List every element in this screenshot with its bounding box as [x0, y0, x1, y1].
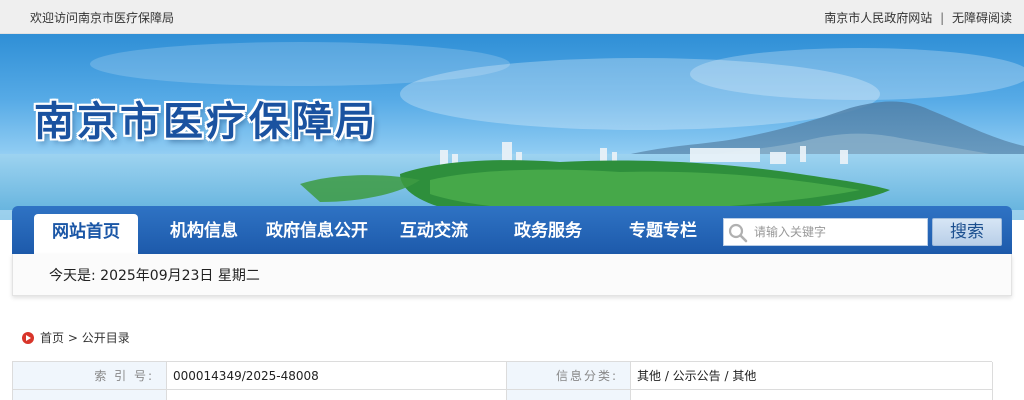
header-banner: 南京市医疗保障局 — [0, 34, 1024, 220]
site-title: 南京市医疗保障局 — [34, 98, 378, 145]
home-arrow-icon — [22, 332, 34, 344]
breadcrumb-current[interactable]: 公开目录 — [82, 331, 130, 345]
nanjing-gov-link[interactable]: 南京市人民政府网站 — [824, 11, 932, 25]
search-button[interactable]: 搜索 — [932, 218, 1002, 246]
top-links: 南京市人民政府网站 | 无障碍阅读 — [824, 9, 1012, 26]
index-number-value: 000014349/2025-48008 — [167, 362, 507, 390]
current-date: 今天是: 2025年09月23日 星期二 — [49, 268, 260, 284]
nav-item-special-topics[interactable]: 专题专栏 — [629, 206, 697, 254]
nav-item-gov-info-disclosure[interactable]: 政府信息公开 — [266, 206, 368, 254]
index-number-label: 索 引 号: — [13, 362, 167, 390]
date-bar: 今天是: 2025年09月23日 星期二 — [12, 254, 1012, 296]
nav-item-organization[interactable]: 机构信息 — [170, 206, 238, 254]
welcome-text: 欢迎访问南京市医疗保障局 — [30, 11, 175, 25]
document-meta-table: 索 引 号: 000014349/2025-48008 信息分类: 其他 / 公… — [12, 361, 993, 400]
breadcrumb-separator: > — [67, 331, 78, 345]
breadcrumb-home-link[interactable]: 首页 — [40, 331, 64, 345]
search-icon — [728, 223, 748, 243]
nav-item-home[interactable]: 网站首页 — [34, 214, 138, 254]
info-category-value: 其他 / 公示公告 / 其他 — [631, 362, 993, 390]
info-category-label: 信息分类: — [507, 362, 631, 390]
main-nav: 网站首页 机构信息 政府信息公开 互动交流 政务服务 专题专栏 搜索 — [12, 206, 1012, 254]
accessibility-link[interactable]: 无障碍阅读 — [952, 11, 1012, 25]
nav-item-interaction[interactable]: 互动交流 — [400, 206, 468, 254]
search-box — [723, 218, 928, 246]
top-bar: 欢迎访问南京市医疗保障局 南京市人民政府网站 | 无障碍阅读 — [0, 0, 1024, 34]
search-input[interactable] — [754, 221, 924, 243]
meta-row2-label-2 — [507, 390, 631, 400]
meta-row2-label — [13, 390, 167, 400]
meta-row2-value — [167, 390, 507, 400]
top-links-separator: | — [940, 11, 945, 25]
breadcrumb: 首页 > 公开目录 — [22, 329, 130, 346]
meta-row2-value-2 — [631, 390, 993, 400]
nav-item-gov-services[interactable]: 政务服务 — [514, 206, 582, 254]
